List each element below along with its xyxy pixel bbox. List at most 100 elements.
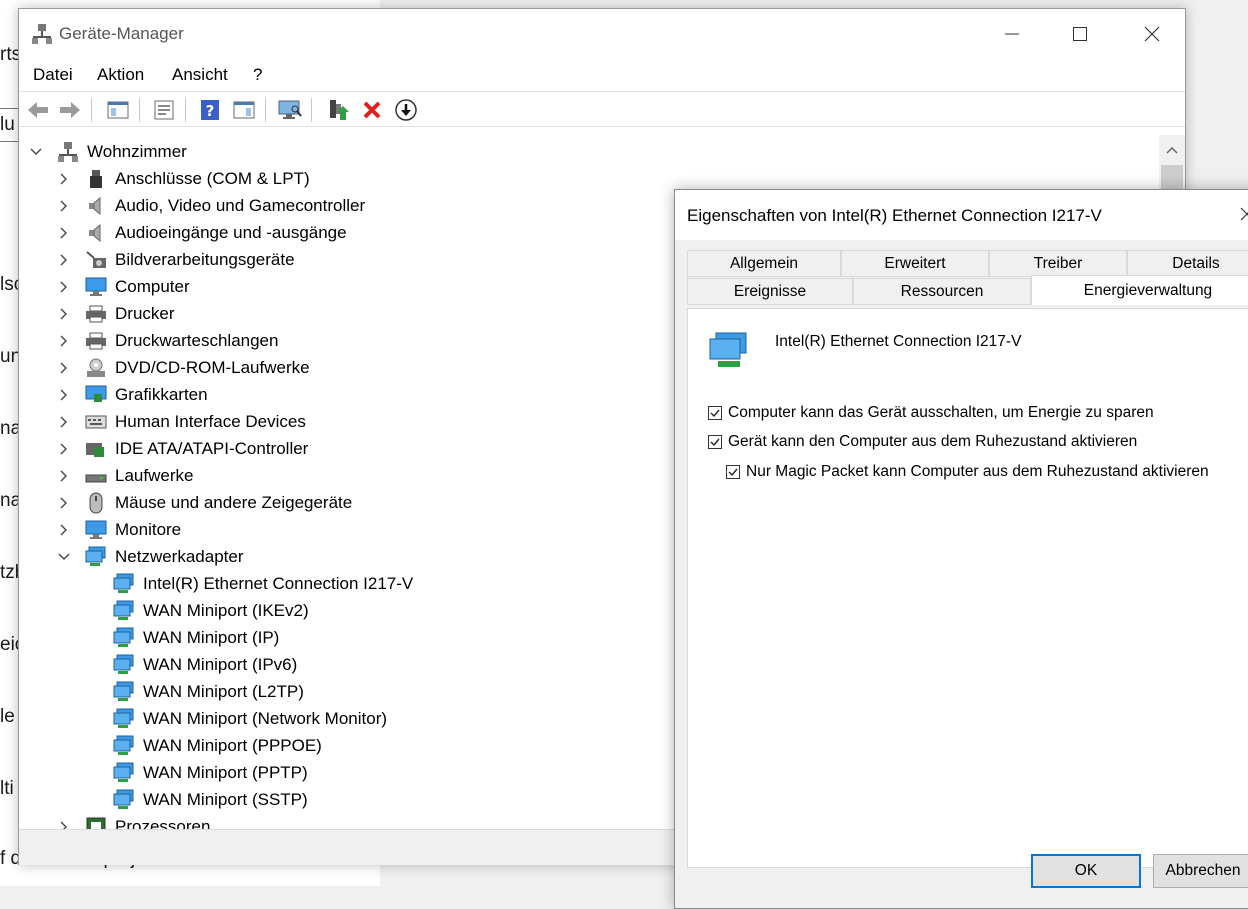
tree-category[interactable]: Bildverarbeitungsgeräte bbox=[57, 246, 295, 273]
chevron-right-icon[interactable] bbox=[57, 226, 71, 240]
menu-help[interactable]: ? bbox=[253, 65, 262, 85]
tree-category[interactable]: Mäuse und andere Zeigegeräte bbox=[57, 489, 352, 516]
tab-allgemein[interactable]: Allgemein bbox=[687, 250, 841, 277]
chevron-right-icon[interactable] bbox=[57, 469, 71, 483]
tree-device[interactable]: WAN Miniport (PPPOE) bbox=[113, 732, 322, 759]
chevron-right-icon[interactable] bbox=[57, 307, 71, 321]
tree-category[interactable]: Human Interface Devices bbox=[57, 408, 306, 435]
tree-category-label: Druckwarteschlangen bbox=[115, 330, 279, 350]
speaker-icon bbox=[85, 222, 107, 244]
forward-icon[interactable] bbox=[57, 97, 83, 123]
tree-root-label: Wohnzimmer bbox=[87, 141, 187, 161]
chevron-down-icon[interactable] bbox=[57, 550, 71, 564]
tree-device[interactable]: WAN Miniport (L2TP) bbox=[113, 678, 304, 705]
tree-category[interactable]: Grafikkarten bbox=[57, 381, 208, 408]
network-adapter-icon bbox=[113, 573, 135, 595]
monitor-icon bbox=[85, 519, 107, 541]
tree-category[interactable]: DVD/CD-ROM-Laufwerke bbox=[57, 354, 310, 381]
chevron-right-icon[interactable] bbox=[57, 172, 71, 186]
uninstall-icon[interactable] bbox=[359, 97, 385, 123]
update-driver-icon[interactable] bbox=[325, 97, 351, 123]
tab-ressourcen[interactable]: Ressourcen bbox=[853, 278, 1031, 305]
network-adapter-icon bbox=[113, 735, 135, 757]
tree-category[interactable]: Anschlüsse (COM & LPT) bbox=[57, 165, 310, 192]
network-adapter-icon bbox=[113, 600, 135, 622]
tree-root[interactable]: Wohnzimmer bbox=[29, 138, 187, 165]
show-hide-console-tree-icon[interactable] bbox=[105, 97, 131, 123]
tab-details[interactable]: Details bbox=[1127, 250, 1248, 277]
disable-icon[interactable] bbox=[393, 97, 419, 123]
maximize-button[interactable] bbox=[1057, 17, 1103, 51]
tree-category[interactable]: Audio, Video und Gamecontroller bbox=[57, 192, 365, 219]
speaker-icon bbox=[85, 195, 107, 217]
tree-device[interactable]: WAN Miniport (SSTP) bbox=[113, 786, 308, 813]
printer-icon bbox=[85, 303, 107, 325]
checkbox[interactable] bbox=[726, 465, 740, 479]
tree-category[interactable]: Computer bbox=[57, 273, 190, 300]
dialog-title: Eigenschaften von Intel(R) Ethernet Conn… bbox=[687, 206, 1102, 225]
chevron-right-icon[interactable] bbox=[57, 334, 71, 348]
menu-datei[interactable]: Datei bbox=[33, 65, 73, 85]
tree-category[interactable]: Drucker bbox=[57, 300, 175, 327]
tree-category[interactable]: Prozessoren bbox=[57, 813, 210, 829]
tree-device[interactable]: WAN Miniport (IKEv2) bbox=[113, 597, 309, 624]
chevron-right-icon[interactable] bbox=[57, 442, 71, 456]
checkbox[interactable] bbox=[708, 406, 722, 420]
back-icon[interactable] bbox=[25, 97, 51, 123]
computer-network-icon bbox=[57, 141, 79, 163]
option-magic-packet[interactable]: Nur Magic Packet kann Computer aus dem R… bbox=[726, 463, 1209, 481]
option-power-off[interactable]: Computer kann das Gerät ausschalten, um … bbox=[708, 404, 1154, 422]
properties-dialog: Eigenschaften von Intel(R) Ethernet Conn… bbox=[674, 189, 1248, 909]
tree-device[interactable]: WAN Miniport (Network Monitor) bbox=[113, 705, 387, 732]
tree-device-label: WAN Miniport (IPv6) bbox=[143, 654, 298, 674]
chevron-right-icon[interactable] bbox=[57, 496, 71, 510]
menu-ansicht[interactable]: Ansicht bbox=[172, 65, 228, 85]
close-icon[interactable] bbox=[1235, 202, 1248, 226]
chevron-right-icon[interactable] bbox=[57, 523, 71, 537]
chevron-down-icon[interactable] bbox=[29, 145, 43, 159]
tree-device[interactable]: Intel(R) Ethernet Connection I217-V bbox=[113, 570, 413, 597]
close-button[interactable] bbox=[1129, 17, 1175, 51]
chevron-right-icon[interactable] bbox=[57, 199, 71, 213]
checkbox[interactable] bbox=[708, 435, 722, 449]
tree-category[interactable]: Druckwarteschlangen bbox=[57, 327, 278, 354]
option-wake[interactable]: Gerät kann den Computer aus dem Ruhezust… bbox=[708, 433, 1137, 451]
device-name: Intel(R) Ethernet Connection I217-V bbox=[775, 333, 1022, 350]
tree-category-label: Mäuse und andere Zeigegeräte bbox=[115, 492, 353, 512]
tree-device-label: Intel(R) Ethernet Connection I217-V bbox=[143, 573, 414, 593]
computer-icon bbox=[85, 276, 107, 298]
menu-aktion[interactable]: Aktion bbox=[97, 65, 144, 85]
chevron-right-icon[interactable] bbox=[57, 361, 71, 375]
minimize-button[interactable] bbox=[989, 17, 1035, 51]
tab-erweitert[interactable]: Erweitert bbox=[841, 250, 989, 277]
drive-icon bbox=[85, 465, 107, 487]
tree-device[interactable]: WAN Miniport (IPv6) bbox=[113, 651, 297, 678]
tree-category[interactable]: Audioeingänge und -ausgänge bbox=[57, 219, 347, 246]
tree-category[interactable]: IDE ATA/ATAPI-Controller bbox=[57, 435, 308, 462]
scan-hardware-icon[interactable] bbox=[277, 97, 303, 123]
action-pane-icon[interactable] bbox=[231, 97, 257, 123]
chevron-right-icon[interactable] bbox=[57, 415, 71, 429]
properties-icon[interactable] bbox=[151, 97, 177, 123]
scroll-up-icon[interactable] bbox=[1159, 139, 1185, 161]
tree-category[interactable]: Monitore bbox=[57, 516, 181, 543]
chevron-right-icon[interactable] bbox=[57, 820, 71, 829]
camera-icon bbox=[85, 249, 107, 271]
tree-category-label: Audioeingänge und -ausgänge bbox=[115, 222, 347, 242]
tree-device[interactable]: WAN Miniport (PPTP) bbox=[113, 759, 308, 786]
tab-energieverwaltung[interactable]: Energieverwaltung bbox=[1031, 275, 1248, 305]
chevron-right-icon[interactable] bbox=[57, 388, 71, 402]
chevron-right-icon[interactable] bbox=[57, 253, 71, 267]
network-adapter-icon bbox=[85, 546, 107, 568]
port-icon bbox=[85, 168, 107, 190]
tree-category-expanded[interactable]: Netzwerkadapter bbox=[57, 543, 244, 570]
tree-device[interactable]: WAN Miniport (IP) bbox=[113, 624, 279, 651]
ok-button[interactable]: OK bbox=[1031, 854, 1141, 888]
tab-treiber[interactable]: Treiber bbox=[989, 250, 1127, 277]
chevron-right-icon[interactable] bbox=[57, 280, 71, 294]
tree-category[interactable]: Laufwerke bbox=[57, 462, 193, 489]
help-icon[interactable]: ? bbox=[197, 97, 223, 123]
cancel-button[interactable]: Abbrechen bbox=[1153, 854, 1248, 888]
tab-ereignisse[interactable]: Ereignisse bbox=[687, 278, 853, 305]
tree-category-label: Computer bbox=[115, 276, 190, 296]
